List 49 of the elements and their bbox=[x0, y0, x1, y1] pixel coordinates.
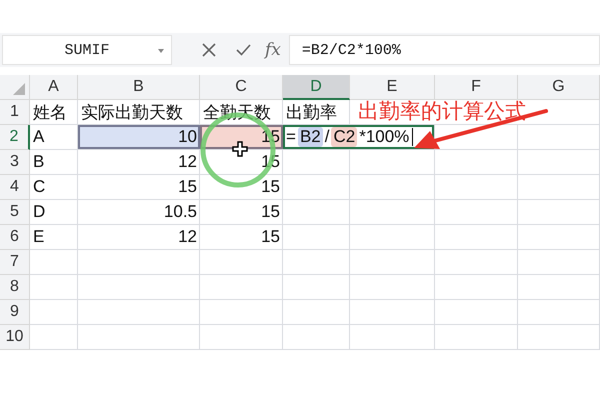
move-cursor-icon bbox=[232, 141, 248, 157]
row-header[interactable]: 8 bbox=[0, 275, 30, 300]
formula-text: *100% bbox=[359, 127, 410, 147]
editing-cell[interactable]: = B2 / C2 *100% bbox=[283, 125, 434, 149]
cell-reference: B2 bbox=[298, 127, 323, 147]
table-cell-text: 实际出勤天数 bbox=[80, 102, 184, 124]
row-header[interactable]: 1 bbox=[0, 100, 30, 125]
row-header[interactable]: 6 bbox=[0, 225, 30, 250]
column-header[interactable]: G bbox=[518, 75, 600, 100]
table-cell: 10 bbox=[78, 125, 200, 149]
cancel-icon[interactable] bbox=[202, 43, 216, 57]
text-cursor bbox=[412, 128, 414, 146]
table-cell-text: E bbox=[32, 226, 46, 248]
table-cell-text: 全勤天数 bbox=[202, 102, 272, 124]
table-cell-text: 15 bbox=[260, 201, 281, 223]
table-cell-text: 12 bbox=[177, 226, 198, 248]
insert-function-button[interactable]: fx bbox=[265, 40, 281, 60]
cell-reference: C2 bbox=[331, 127, 358, 147]
row-header[interactable]: 10 bbox=[0, 325, 30, 350]
formula-text: / bbox=[324, 127, 330, 147]
table-cell-text: 15 bbox=[260, 176, 281, 198]
name-box[interactable]: SUMIF bbox=[2, 35, 172, 65]
table-cell-text: 12 bbox=[177, 151, 198, 173]
table-cell-text: A bbox=[32, 126, 46, 148]
column-header[interactable]: E bbox=[350, 75, 435, 100]
table-cell-text: 15 bbox=[260, 226, 281, 248]
row-header[interactable]: 4 bbox=[0, 175, 30, 200]
table-cell-text: B bbox=[32, 151, 46, 173]
table-cell-text: 15 bbox=[177, 176, 198, 198]
row-header[interactable]: 9 bbox=[0, 300, 30, 325]
table-cell-text: 姓名 bbox=[32, 102, 68, 124]
table-cell-text: 15 bbox=[260, 151, 281, 173]
formula-input-field[interactable]: =B2/C2*100% bbox=[288, 35, 600, 65]
row-header[interactable]: 7 bbox=[0, 250, 30, 275]
row-header[interactable]: 2 bbox=[0, 125, 30, 150]
column-header[interactable]: C bbox=[200, 75, 283, 100]
check-icon[interactable] bbox=[236, 44, 251, 56]
caret-icon bbox=[158, 49, 164, 53]
column-header[interactable]: A bbox=[30, 75, 78, 100]
row-header[interactable]: 5 bbox=[0, 200, 30, 225]
formula-text: = bbox=[286, 127, 296, 147]
table-cell-text: 出勤率 bbox=[285, 102, 338, 124]
column-header[interactable]: F bbox=[435, 75, 518, 100]
table-cell-text: 10.5 bbox=[162, 201, 198, 223]
row-header[interactable]: 3 bbox=[0, 150, 30, 175]
column-header[interactable]: D bbox=[283, 75, 350, 100]
table-cell-text: C bbox=[32, 176, 46, 198]
table-cell-text: D bbox=[32, 201, 46, 223]
column-header[interactable]: B bbox=[78, 75, 200, 100]
